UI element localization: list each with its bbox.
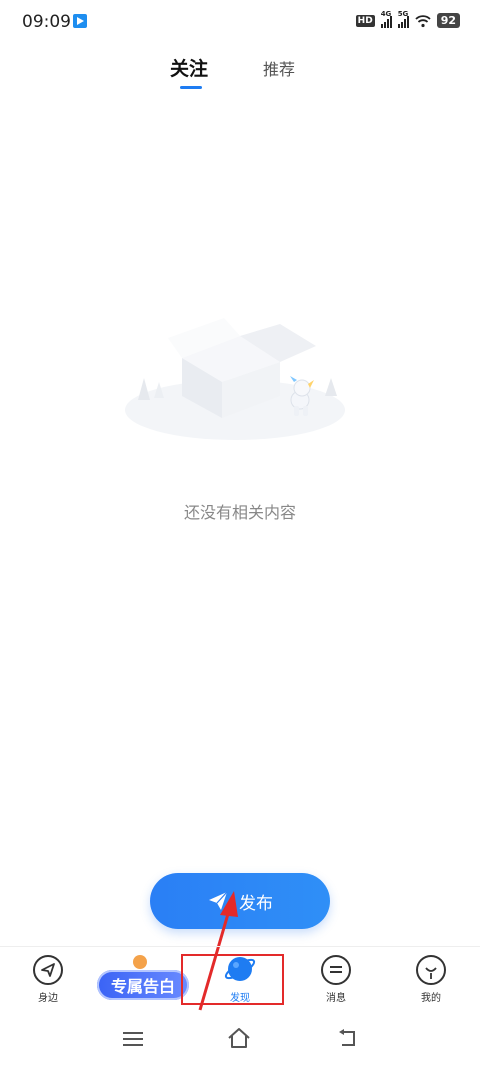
battery-indicator: 92	[436, 13, 460, 28]
tab-follow[interactable]: 关注	[170, 54, 208, 81]
recent-apps-icon[interactable]	[123, 1032, 143, 1046]
promo-badge-label: 专属告白	[110, 977, 175, 996]
navigate-icon	[33, 955, 63, 985]
signal-5g-icon: 5G	[397, 10, 409, 28]
home-icon[interactable]	[226, 1026, 252, 1050]
system-navigation-bar	[0, 1016, 480, 1067]
signal-4g-icon: 4G	[380, 10, 392, 28]
nav-label-nearby: 身边	[38, 993, 58, 1004]
empty-box-illustration	[125, 318, 345, 440]
nav-item-nearby[interactable]: 身边	[18, 955, 78, 1004]
flower-icon	[133, 955, 147, 969]
message-icon	[321, 955, 351, 985]
tab-recommend[interactable]: 推荐	[263, 56, 295, 80]
status-bar: 09:09 HD 4G 5G 92	[0, 0, 480, 44]
annotation-highlight-box	[181, 954, 284, 1005]
nav-label-messages: 消息	[326, 993, 346, 1004]
nav-item-messages[interactable]: 消息	[306, 955, 366, 1004]
nav-item-profile[interactable]: 我的	[401, 955, 461, 1004]
profile-icon	[416, 955, 446, 985]
status-time: 09:09	[22, 12, 71, 32]
promo-badge[interactable]: 专属告白	[97, 970, 189, 1000]
active-tab-indicator	[180, 86, 202, 89]
wifi-icon	[415, 14, 431, 27]
top-tab-bar: 关注 推荐	[0, 50, 480, 96]
back-icon[interactable]	[336, 1028, 358, 1048]
status-indicators: HD 4G 5G 92	[355, 10, 460, 28]
empty-state-message: 还没有相关内容	[183, 503, 296, 522]
hd-voice-icon: HD	[355, 14, 375, 27]
app-notification-icon	[73, 14, 87, 28]
nav-label-profile: 我的	[421, 993, 441, 1004]
